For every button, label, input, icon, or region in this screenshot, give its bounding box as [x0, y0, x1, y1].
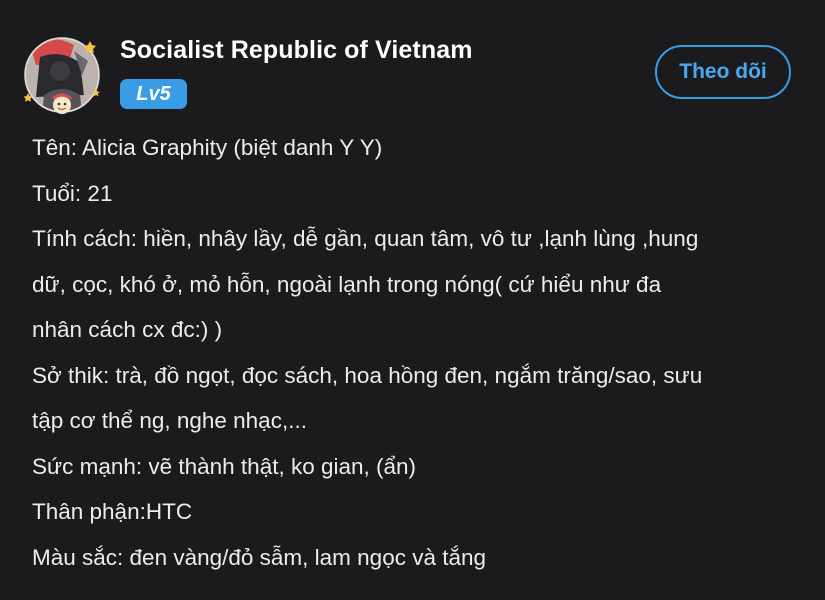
follow-button[interactable]: Theo dõi: [655, 45, 791, 99]
profile-bio: Tên: Alicia Graphity (biệt danh Y Y) Tuổ…: [32, 125, 802, 580]
bio-line: nhân cách cx đc:) ): [32, 317, 223, 342]
bio-line: Tên: Alicia Graphity (biệt danh Y Y): [32, 135, 383, 160]
bio-line: Sở thik: trà, đồ ngọt, đọc sách, hoa hồn…: [32, 362, 703, 388]
profile-username: Socialist Republic of Vietnam: [120, 36, 473, 64]
level-badge-label: Lv5: [136, 82, 171, 105]
profile-avatar-icon[interactable]: [22, 35, 102, 115]
bio-line: dữ, cọc, khó ở, mỏ hỗn, ngoài lạnh trong…: [32, 271, 662, 297]
level-badge: Lv5: [120, 79, 187, 109]
bio-line: Thân phận:HTC: [32, 499, 193, 524]
bio-line: Tuổi: 21: [32, 180, 113, 206]
profile-header: Socialist Republic of Vietnam Lv5 Theo d…: [0, 0, 825, 120]
bio-line: Màu sắc: đen vàng/đỏ sẫm, lam ngọc và tắ…: [32, 544, 487, 570]
bio-line: Sức mạnh: vẽ thành thật, ko gian, (ẩn): [32, 453, 417, 479]
bio-line: Tính cách: hiền, nhây lầy, dễ gần, quan …: [32, 226, 699, 251]
bio-line: tập cơ thể ng, nghe nhạc,...: [32, 408, 307, 433]
